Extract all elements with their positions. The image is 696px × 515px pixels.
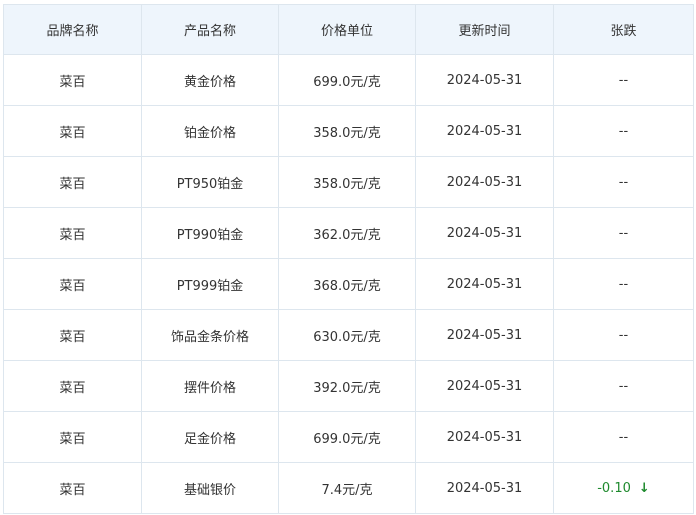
- cell-date: 2024-05-31: [415, 105, 554, 157]
- cell-change: --: [553, 411, 694, 463]
- header-change: 张跌: [553, 4, 694, 55]
- header-brand: 品牌名称: [3, 4, 142, 55]
- cell-brand: 菜百: [3, 309, 142, 361]
- cell-price: 7.4元/克: [278, 462, 416, 514]
- cell-product: 饰品金条价格: [141, 309, 279, 361]
- table-row: 菜百 PT990铂金 362.0元/克 2024-05-31 --: [3, 207, 694, 259]
- down-arrow-icon: ↓: [638, 480, 650, 496]
- cell-price: 699.0元/克: [278, 411, 416, 463]
- table-header-row: 品牌名称 产品名称 价格单位 更新时间 张跌: [3, 4, 694, 55]
- header-update-time: 更新时间: [415, 4, 554, 55]
- cell-change: --: [553, 207, 694, 259]
- cell-date: 2024-05-31: [415, 462, 554, 514]
- cell-date: 2024-05-31: [415, 309, 554, 361]
- header-product: 产品名称: [141, 4, 279, 55]
- cell-price: 699.0元/克: [278, 54, 416, 106]
- cell-price: 368.0元/克: [278, 258, 416, 310]
- cell-product: 黄金价格: [141, 54, 279, 106]
- cell-brand: 菜百: [3, 105, 142, 157]
- cell-price: 358.0元/克: [278, 156, 416, 208]
- cell-brand: 菜百: [3, 360, 142, 412]
- cell-date: 2024-05-31: [415, 54, 554, 106]
- gold-price-table: 品牌名称 产品名称 价格单位 更新时间 张跌 菜百 黄金价格 699.0元/克 …: [3, 4, 694, 514]
- cell-date: 2024-05-31: [415, 411, 554, 463]
- cell-product: 摆件价格: [141, 360, 279, 412]
- cell-brand: 菜百: [3, 207, 142, 259]
- cell-date: 2024-05-31: [415, 258, 554, 310]
- cell-date: 2024-05-31: [415, 156, 554, 208]
- cell-price: 362.0元/克: [278, 207, 416, 259]
- cell-product: 足金价格: [141, 411, 279, 463]
- cell-product: 铂金价格: [141, 105, 279, 157]
- table-row: 菜百 足金价格 699.0元/克 2024-05-31 --: [3, 411, 694, 463]
- cell-product: PT990铂金: [141, 207, 279, 259]
- cell-price: 392.0元/克: [278, 360, 416, 412]
- table-row: 菜百 PT950铂金 358.0元/克 2024-05-31 --: [3, 156, 694, 208]
- header-price-unit: 价格单位: [278, 4, 416, 55]
- cell-brand: 菜百: [3, 54, 142, 106]
- cell-change: --: [553, 258, 694, 310]
- table-row: 菜百 饰品金条价格 630.0元/克 2024-05-31 --: [3, 309, 694, 361]
- cell-change: --: [553, 54, 694, 106]
- cell-price: 630.0元/克: [278, 309, 416, 361]
- cell-product: 基础银价: [141, 462, 279, 514]
- cell-brand: 菜百: [3, 156, 142, 208]
- cell-brand: 菜百: [3, 462, 142, 514]
- cell-change: --: [553, 156, 694, 208]
- cell-price: 358.0元/克: [278, 105, 416, 157]
- table-row: 菜百 铂金价格 358.0元/克 2024-05-31 --: [3, 105, 694, 157]
- cell-date: 2024-05-31: [415, 360, 554, 412]
- table-row: 菜百 黄金价格 699.0元/克 2024-05-31 --: [3, 54, 694, 106]
- cell-product: PT950铂金: [141, 156, 279, 208]
- change-value: -0.10: [597, 480, 631, 496]
- cell-change: --: [553, 309, 694, 361]
- cell-brand: 菜百: [3, 258, 142, 310]
- cell-change: --: [553, 105, 694, 157]
- cell-brand: 菜百: [3, 411, 142, 463]
- cell-change: --: [553, 360, 694, 412]
- table-row: 菜百 PT999铂金 368.0元/克 2024-05-31 --: [3, 258, 694, 310]
- table-row: 菜百 基础银价 7.4元/克 2024-05-31 -0.10 ↓: [3, 462, 694, 514]
- table-row: 菜百 摆件价格 392.0元/克 2024-05-31 --: [3, 360, 694, 412]
- cell-product: PT999铂金: [141, 258, 279, 310]
- cell-date: 2024-05-31: [415, 207, 554, 259]
- cell-change: -0.10 ↓: [553, 462, 694, 514]
